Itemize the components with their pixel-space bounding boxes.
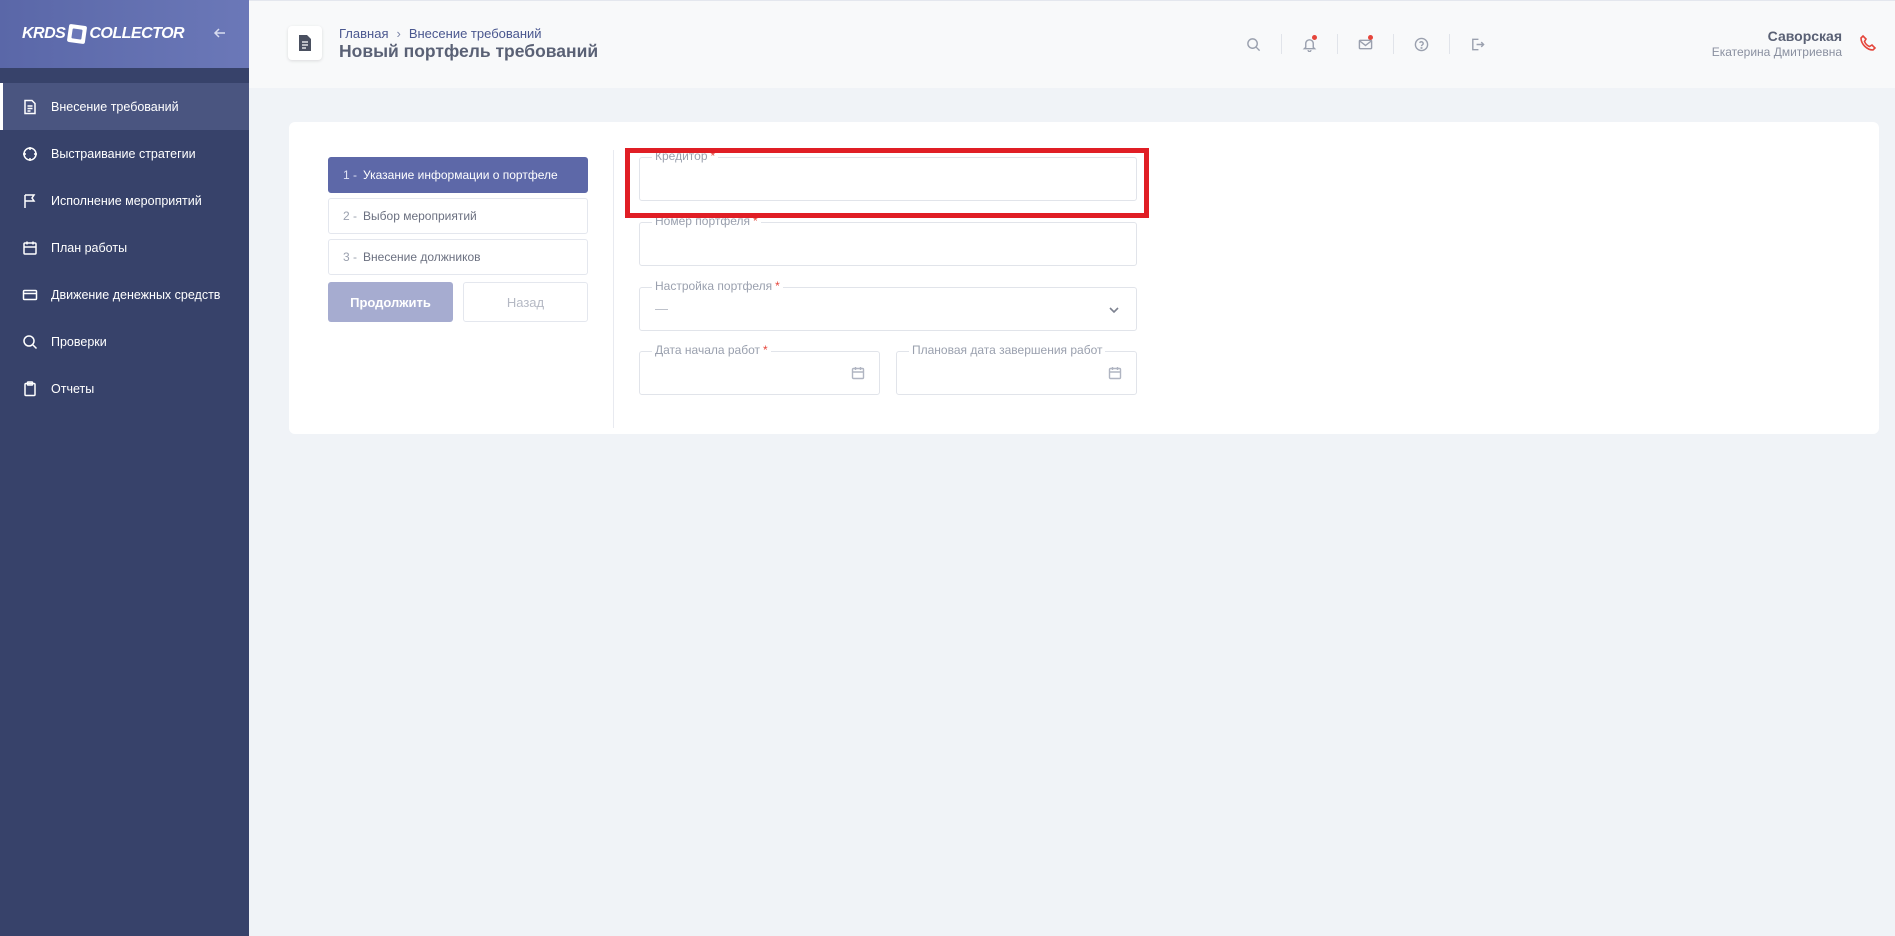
- start-date-input[interactable]: [654, 364, 843, 386]
- start-date-field[interactable]: Дата начала работ *: [639, 343, 880, 395]
- sidebar-item-label: Внесение требований: [51, 99, 179, 114]
- page-header: Главная › Внесение требований Новый порт…: [249, 0, 1895, 88]
- portfolio-number-input[interactable]: [654, 235, 1122, 257]
- creditor-label-text: Кредитор: [655, 149, 708, 163]
- step-number: 3 -: [343, 250, 358, 264]
- step-label: Выбор мероприятий: [363, 209, 477, 223]
- sidebar-item-label: План работы: [51, 240, 128, 255]
- step-select-events[interactable]: 2 - Выбор мероприятий: [328, 198, 588, 234]
- sidebar-item-label: Исполнение мероприятий: [51, 193, 202, 208]
- calendar-icon[interactable]: [1108, 366, 1122, 380]
- step-label: Указание информации о портфеле: [363, 168, 558, 182]
- user-first-name: Екатерина Дмитриевна: [1711, 45, 1842, 59]
- collapse-sidebar-icon[interactable]: [213, 25, 227, 43]
- chevron-down-icon[interactable]: [1108, 303, 1120, 315]
- search-icon: [22, 334, 38, 350]
- required-mark: *: [753, 214, 758, 228]
- step-buttons: Продолжить Назад: [328, 282, 588, 322]
- logout-icon[interactable]: [1449, 34, 1505, 54]
- logo[interactable]: KRDS COLLECTOR: [22, 23, 185, 45]
- creditor-input[interactable]: [654, 170, 1122, 192]
- breadcrumb: Главная › Внесение требований: [339, 26, 542, 41]
- sidebar-item-execution[interactable]: Исполнение мероприятий: [0, 177, 249, 224]
- sidebar-item-label: Проверки: [51, 334, 107, 349]
- logo-right-text: COLLECTOR: [89, 25, 185, 42]
- step-label: Внесение должников: [363, 250, 481, 264]
- user-info[interactable]: Саворская Екатерина Дмитриевна: [1712, 28, 1842, 59]
- step-number: 2 -: [343, 209, 358, 223]
- header-toolbar: [1225, 34, 1505, 54]
- logo-cube-icon: [67, 23, 88, 45]
- phone-icon[interactable]: [1859, 34, 1877, 52]
- user-last-name: Саворская: [1767, 28, 1842, 44]
- sidebar-item-checks[interactable]: Проверки: [0, 318, 249, 365]
- sidebar-item-strategy[interactable]: Выстраивание стратегии: [0, 130, 249, 177]
- search-icon[interactable]: [1225, 34, 1281, 54]
- crosshair-icon: [22, 146, 38, 162]
- sidebar-item-cash-flow[interactable]: Движение денежных средств: [0, 271, 249, 318]
- continue-button[interactable]: Продолжить: [328, 282, 453, 322]
- sidebar-item-claims[interactable]: Внесение требований: [0, 83, 249, 130]
- sidebar-item-work-plan[interactable]: План работы: [0, 224, 249, 271]
- calendar-icon: [22, 240, 38, 256]
- logo-left-text: KRDS: [22, 25, 66, 42]
- wizard-steps: 1 - Указание информации о портфеле 2 - В…: [328, 157, 588, 322]
- breadcrumb-home[interactable]: Главная: [339, 26, 388, 41]
- sidebar-item-label: Движение денежных средств: [51, 287, 221, 302]
- required-mark: *: [775, 279, 780, 293]
- start-date-label: Дата начала работ *: [652, 343, 771, 357]
- document-icon: [288, 26, 322, 60]
- required-mark: *: [710, 149, 716, 163]
- notification-dot: [1312, 35, 1317, 40]
- step-portfolio-info[interactable]: 1 - Указание информации о портфеле: [328, 157, 588, 193]
- portfolio-setting-value: —: [655, 301, 668, 316]
- sidebar-item-reports[interactable]: Отчеты: [0, 365, 249, 412]
- start-date-label-text: Дата начала работ: [655, 343, 761, 357]
- clipboard-icon: [22, 380, 38, 397]
- help-icon[interactable]: [1393, 34, 1449, 54]
- portfolio-number-label: Номер портфеля *: [652, 214, 761, 228]
- page-title: Новый портфель требований: [339, 41, 599, 61]
- sidebar-item-label: Отчеты: [51, 381, 95, 396]
- calendar-icon[interactable]: [851, 366, 865, 380]
- breadcrumb-separator-icon: ›: [396, 26, 401, 41]
- bell-icon[interactable]: [1281, 34, 1337, 54]
- sidebar-item-label: Выстраивание стратегии: [51, 146, 196, 161]
- sidebar-header: KRDS COLLECTOR: [0, 0, 249, 68]
- back-button[interactable]: Назад: [463, 282, 588, 322]
- credit-card-icon: [22, 287, 38, 303]
- step-add-debtors[interactable]: 3 - Внесение должников: [328, 239, 588, 275]
- mail-dot: [1368, 35, 1373, 40]
- sidebar-nav: Внесение требований Выстраивание стратег…: [0, 83, 249, 412]
- portfolio-setting-label: Настройка портфеля *: [652, 279, 783, 293]
- planned-end-date-input[interactable]: [911, 364, 1100, 386]
- sidebar: KRDS COLLECTOR Внесение требований Выстр…: [0, 0, 249, 936]
- portfolio-setting-label-text: Настройка портфеля: [655, 279, 773, 293]
- step-number: 1 -: [343, 168, 358, 182]
- portfolio-setting-select[interactable]: Настройка портфеля * —: [639, 279, 1137, 331]
- creditor-field[interactable]: Кредитор *: [639, 149, 1137, 201]
- vertical-divider: [613, 150, 614, 428]
- portfolio-card: 1 - Указание информации о портфеле 2 - В…: [289, 122, 1879, 434]
- document-icon: [22, 99, 38, 115]
- planned-end-date-field[interactable]: Плановая дата завершения работ: [896, 343, 1137, 395]
- mail-icon[interactable]: [1337, 34, 1393, 54]
- planned-end-date-label: Плановая дата завершения работ: [909, 343, 1106, 357]
- creditor-label: Кредитор *: [652, 149, 719, 163]
- portfolio-number-field[interactable]: Номер портфеля *: [639, 214, 1137, 266]
- breadcrumb-claims[interactable]: Внесение требований: [409, 26, 542, 41]
- flag-icon: [22, 193, 38, 209]
- portfolio-number-label-text: Номер портфеля: [655, 214, 750, 228]
- required-mark: *: [763, 343, 768, 357]
